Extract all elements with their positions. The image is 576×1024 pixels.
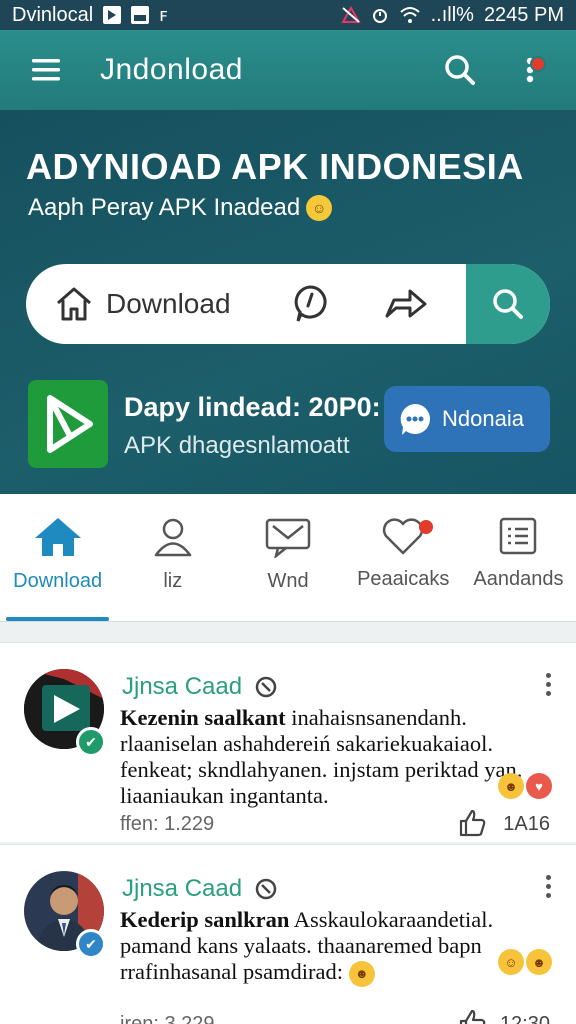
verified-badge-icon: ✔	[76, 727, 106, 757]
overflow-menu-button[interactable]	[510, 50, 550, 90]
chat-icon	[265, 518, 311, 558]
signal-battery: ..ıll%	[430, 3, 474, 26]
card-more-button[interactable]	[546, 673, 552, 696]
wifi-icon	[399, 7, 420, 23]
status-carrier: Dvinlocal	[12, 3, 94, 26]
tab-download[interactable]: Download	[0, 494, 115, 621]
thumbs-up-icon[interactable]	[458, 809, 486, 837]
author-name-text: Jjnsa Caad	[122, 673, 243, 700]
promo-button[interactable]: Ndonaia	[384, 386, 550, 452]
tab-label: Peaaicaks	[357, 568, 450, 590]
tab-liz[interactable]: liz	[115, 494, 230, 621]
post-text: Kezenin saalkant inahaisnsanendanh. rlaa…	[120, 705, 550, 809]
view-count: jren: 3.229	[120, 1013, 215, 1024]
person-icon	[154, 518, 192, 557]
hero-banner: ADYNIOAD APK INDONESIA Aaph Peray APK In…	[0, 110, 576, 494]
home-icon	[57, 287, 91, 321]
author-name[interactable]: Jjnsa Caad	[122, 673, 278, 701]
tab-badge	[419, 520, 434, 534]
search-label: Download	[106, 288, 231, 319]
play-logo-icon	[47, 395, 93, 453]
no-sim-icon	[340, 6, 361, 23]
tab-label: Aandands	[473, 568, 564, 590]
hero-subtitle-text: Aaph Peray APK Inadead	[28, 194, 301, 221]
reaction-emojis[interactable]: ☻ ♥	[498, 773, 552, 799]
post-time: 1A16	[503, 813, 550, 835]
reaction-emojis[interactable]: ☺ ☻	[498, 949, 552, 975]
alarm-icon	[372, 9, 387, 23]
grin-emoji-icon: ☻	[526, 949, 552, 975]
app-bar: Jndonload	[0, 30, 576, 110]
play-notification-icon	[103, 6, 122, 24]
post-text-bold: Kederip sanlkran	[120, 907, 290, 932]
search-button[interactable]	[440, 50, 480, 90]
list-icon	[500, 517, 537, 555]
tab-aandands[interactable]: Aandands	[461, 494, 576, 621]
app-title: Jndonload	[100, 53, 243, 86]
app-notification-icon: ꜰ	[159, 4, 168, 26]
hero-subtitle: Aaph Peray APK Inadead ☺	[28, 194, 333, 222]
search-icon	[493, 289, 523, 319]
home-icon	[34, 518, 81, 556]
share-icon[interactable]	[384, 286, 428, 322]
sync-icon	[255, 878, 277, 900]
heart-emoji-icon: ♥	[526, 773, 552, 799]
search-bar[interactable]: Download	[26, 264, 550, 344]
promo-title: Dapy lindead: 20P0:	[124, 392, 381, 422]
post-time: 12:30	[499, 1013, 550, 1024]
tab-wnd[interactable]: Wnd	[230, 494, 345, 621]
feed-card[interactable]: ✔ Jjnsa Caad Kederip sanlkran Asskauloka…	[0, 844, 576, 1024]
sync-icon	[255, 676, 277, 698]
heart-icon	[383, 518, 424, 555]
laugh-emoji-icon: ☻	[348, 960, 375, 987]
laugh-emoji-icon: ☺	[498, 949, 524, 975]
tab-bar: Download liz Wnd Peaaicaks Aandands	[0, 494, 576, 622]
notification-badge	[530, 56, 546, 72]
hero-title: ADYNIOAD APK INDONESIA	[26, 146, 524, 187]
hamburger-icon	[32, 59, 60, 81]
promo-subtitle: APK dhagesnlamoatt	[124, 432, 350, 459]
promo-button-label: Ndonaia	[442, 406, 524, 431]
tab-label: liz	[163, 570, 183, 592]
view-count: ffen: 1.229	[120, 813, 215, 835]
menu-button[interactable]	[26, 50, 66, 90]
feed-card[interactable]: ✔ Jjnsa Caad Kezenin saalkant inahaisnsa…	[0, 642, 576, 842]
post-text: Kederip sanlkran Asskaulokaraandetial. p…	[120, 907, 550, 987]
tab-peaaicaks[interactable]: Peaaicaks	[346, 494, 461, 621]
emoji-icon: ☺	[306, 195, 333, 221]
thumbs-up-icon[interactable]	[458, 1009, 486, 1024]
chat-bubble-icon[interactable]	[292, 284, 328, 324]
card-more-button[interactable]	[546, 875, 552, 898]
feed-list: ✔ Jjnsa Caad Kezenin saalkant inahaisnsa…	[0, 622, 576, 1024]
image-notification-icon	[131, 6, 150, 24]
post-text-bold: Kezenin saalkant	[120, 705, 286, 730]
author-name[interactable]: Jjnsa Caad	[122, 875, 278, 903]
laugh-emoji-icon: ☻	[498, 773, 524, 799]
search-go-button[interactable]	[466, 264, 550, 344]
verified-badge-icon: ✔	[76, 929, 106, 959]
app-logo[interactable]	[28, 380, 108, 468]
status-time: 2245 PM	[483, 3, 564, 26]
search-icon	[445, 55, 475, 85]
status-bar: Dvinlocal ꜰ ..ıll% 2245 PM	[0, 0, 576, 30]
tab-label: Wnd	[267, 570, 309, 592]
chat-dots-icon	[400, 404, 430, 435]
author-name-text: Jjnsa Caad	[122, 875, 243, 902]
tab-label: Download	[13, 570, 103, 592]
